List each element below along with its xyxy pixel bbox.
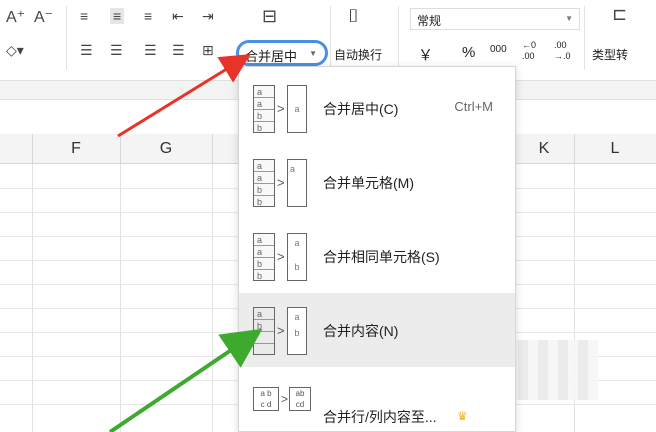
merge-content-icon: ab > ab [253,307,311,355]
align-right-icon[interactable]: ☰ [144,42,157,58]
indent-decrease-icon[interactable]: ⇤ [172,8,184,24]
align-center-icon[interactable]: ☰ [110,42,123,58]
menu-item-label: 合并相同单元格(S) [323,249,440,265]
distributed-align-icon[interactable]: ⊞ [202,42,214,58]
merge-row-column-icon: a bc d > ab cd [253,387,311,432]
vip-crown-icon: ♛ [457,409,468,423]
number-format-value: 常规 [417,14,442,28]
type-convert-button[interactable]: 类型转 [592,46,628,63]
merge-cells-icon: aabb > a [253,159,311,207]
merge-dropdown-menu: aabb > a 合并居中(C) Ctrl+M aabb > a 合并单元格(M… [238,66,516,432]
font-size-decrease-icon[interactable]: A⁻ [34,10,53,26]
menu-item-merge-center[interactable]: aabb > a 合并居中(C) Ctrl+M [239,71,515,145]
align-middle-icon[interactable]: ≡ [110,8,125,24]
font-size-increase-icon[interactable]: A⁺ [6,10,25,26]
merge-center-icon: aabb > a [253,85,311,133]
merge-center-label: 合并居中 [245,49,298,64]
decrease-decimal-top[interactable]: .00 [554,40,567,50]
align-left-icon[interactable]: ☰ [80,42,93,58]
justify-icon[interactable]: ☰ [172,42,185,58]
menu-item-shortcut: Ctrl+M [454,99,493,114]
column-header-f[interactable]: F [32,134,120,164]
column-header-k[interactable]: K [514,134,574,164]
chevron-down-icon: ▼ [565,14,573,23]
menu-item-merge-row-col[interactable]: a bc d > ab cd 合并行/列内容至... [239,367,515,432]
menu-item-merge-content[interactable]: ab > ab 合并内容(N) [239,293,515,367]
align-top-icon[interactable]: ≡ [80,8,88,24]
indent-increase-icon[interactable]: ⇥ [202,8,214,24]
increase-decimal-top[interactable]: ←0 [522,40,536,50]
menu-item-label: 合并行/列内容至... [323,409,437,425]
increase-decimal-bottom[interactable]: .00 [522,51,535,61]
menu-item-merge-cells[interactable]: aabb > a 合并单元格(M) [239,145,515,219]
column-header-g[interactable]: G [120,134,212,164]
merge-center-button[interactable]: 合并居中 ▼ [236,40,328,66]
menu-item-label: 合并内容(N) [323,323,399,339]
merge-same-cells-icon: aabb > ab [253,233,311,281]
menu-item-label: 合并单元格(M) [323,175,414,191]
wrap-text-button[interactable]: 自动换行 [334,46,382,63]
decrease-decimal-bottom[interactable]: →.0 [554,51,571,61]
number-format-select[interactable]: 常规 ▼ [410,8,580,30]
currency-button[interactable]: ￥ [418,44,433,65]
align-bottom-icon[interactable]: ≡ [144,8,152,24]
menu-item-label: 合并居中(C) [323,101,399,117]
menu-item-merge-same[interactable]: aabb > ab 合并相同单元格(S) [239,219,515,293]
wrap-text-icon[interactable]: ⌷ [348,7,359,25]
percent-button[interactable]: % [462,44,475,61]
thousands-button[interactable]: 000 [490,44,507,55]
column-header-l[interactable]: L [590,134,640,164]
type-convert-icon[interactable]: ⊏ [612,5,627,23]
merge-cells-icon[interactable]: ⊟ [262,7,277,25]
chevron-down-icon: ▼ [309,49,317,58]
clear-format-icon[interactable]: ◇▾ [6,42,24,58]
